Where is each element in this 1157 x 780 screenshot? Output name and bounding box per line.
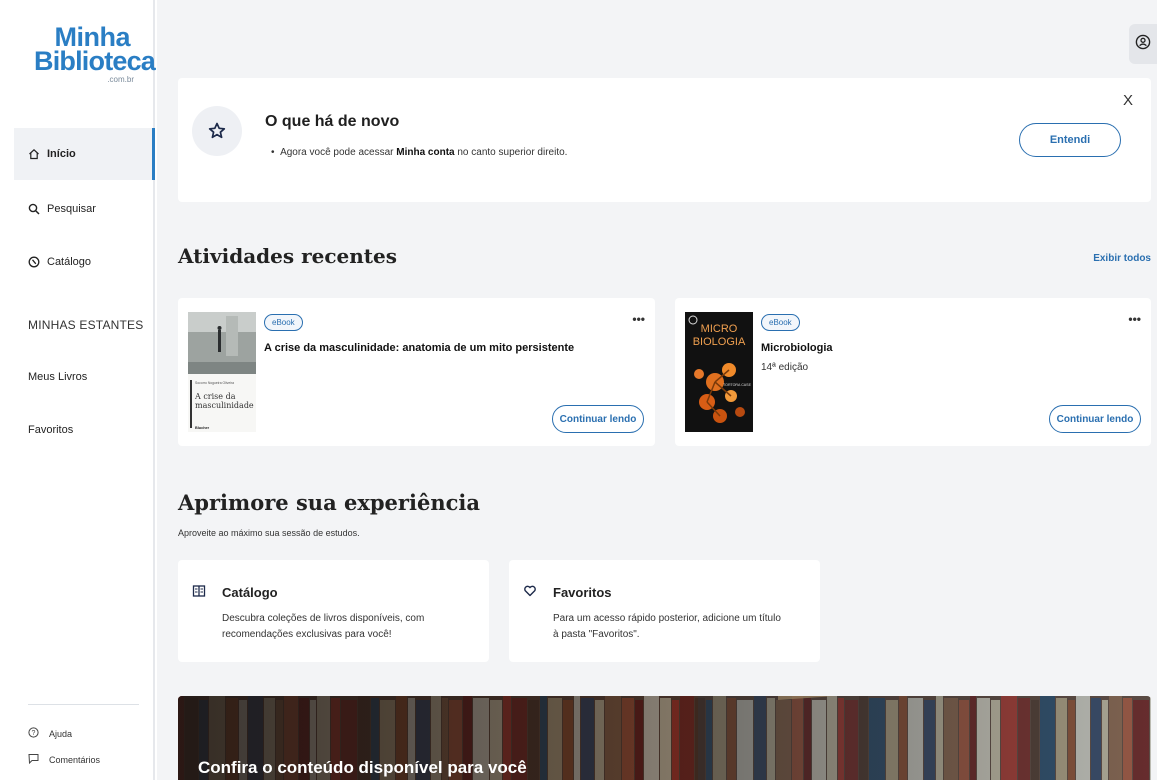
banner-title: Confira o conteúdo disponível para você bbox=[198, 758, 527, 777]
sidebar-item-comentarios[interactable]: Comentários bbox=[28, 753, 100, 766]
main-content: O que há de novo • Agora você pode acess… bbox=[157, 0, 1157, 780]
catalog-card[interactable]: Catálogo Descubra coleções de livros dis… bbox=[178, 560, 489, 662]
entendi-button[interactable]: Entendi bbox=[1019, 123, 1121, 157]
improve-subtitle: Aproveite ao máximo sua sessão de estudo… bbox=[178, 528, 360, 538]
sidebar-item-label: Comentários bbox=[49, 754, 101, 765]
account-button[interactable] bbox=[1129, 24, 1157, 64]
home-icon bbox=[28, 148, 40, 160]
sidebar-item-pesquisar[interactable]: Pesquisar bbox=[14, 183, 155, 235]
sidebar-item-ajuda[interactable]: ? Ajuda bbox=[28, 727, 72, 740]
shelves-heading: MINHAS ESTANTES bbox=[28, 318, 144, 332]
cover-author: Socorro Nogueira Oliveira bbox=[195, 381, 234, 385]
ebook-badge: eBook bbox=[264, 314, 303, 331]
activity-card[interactable]: MICRO BIOLOGIA TORTORA CASE eBook Microb… bbox=[675, 298, 1151, 446]
catalog-card-desc: Descubra coleções de livros disponíveis,… bbox=[222, 613, 425, 640]
bullet-bold: Minha conta bbox=[396, 147, 455, 158]
see-all-link[interactable]: Exibir todos bbox=[1093, 253, 1151, 264]
more-options-icon[interactable]: ••• bbox=[632, 312, 645, 326]
user-icon bbox=[1135, 34, 1151, 55]
recent-activities-title: Atividades recentes bbox=[178, 244, 398, 268]
whats-new-card: O que há de novo • Agora você pode acess… bbox=[178, 78, 1151, 202]
continue-reading-button[interactable]: Continuar lendo bbox=[1049, 405, 1141, 433]
sidebar-item-catalogo[interactable]: Catálogo bbox=[14, 236, 155, 288]
close-icon[interactable]: X bbox=[1123, 92, 1133, 109]
comment-icon bbox=[28, 753, 39, 766]
book-open-icon bbox=[192, 584, 206, 598]
cover-title-line1: MICRO bbox=[701, 323, 738, 335]
book-title[interactable]: Microbiologia bbox=[761, 342, 833, 354]
bullet-text: Agora você pode acessar bbox=[280, 147, 397, 158]
favorites-card-title: Favoritos bbox=[553, 585, 612, 600]
content-banner[interactable]: Confira o conteúdo disponível para você bbox=[178, 696, 1151, 780]
book-cover[interactable]: Socorro Nogueira Oliveira A crise da mas… bbox=[188, 312, 256, 432]
sidebar-item-inicio[interactable]: Início bbox=[14, 128, 155, 180]
cover-authors: TORTORA CASE bbox=[723, 383, 752, 387]
whats-new-bullet: • Agora você pode acessar Minha conta no… bbox=[271, 147, 567, 158]
book-cover[interactable]: MICRO BIOLOGIA TORTORA CASE bbox=[685, 312, 753, 432]
sidebar-item-label: Início bbox=[47, 148, 76, 160]
sidebar-item-favoritos[interactable]: Favoritos bbox=[28, 424, 73, 436]
star-icon bbox=[192, 106, 242, 156]
sidebar-item-label: Catálogo bbox=[47, 256, 92, 268]
heart-icon bbox=[523, 584, 537, 598]
ebook-badge: eBook bbox=[761, 314, 800, 331]
compass-icon bbox=[28, 256, 40, 268]
sidebar-item-label: Pesquisar bbox=[47, 203, 96, 215]
sidebar-item-meus-livros[interactable]: Meus Livros bbox=[28, 371, 87, 383]
logo-domain: .com.br bbox=[107, 74, 134, 84]
cover-publisher: Blucher bbox=[195, 426, 210, 430]
favorites-card[interactable]: Favoritos Para um acesso rápido posterio… bbox=[509, 560, 820, 662]
cover-title-line2: BIOLOGIA bbox=[693, 336, 746, 348]
cover-title-line2: masculinidade bbox=[195, 401, 254, 410]
book-title[interactable]: A crise da masculinidade: anatomia de um… bbox=[264, 342, 574, 354]
search-icon bbox=[28, 203, 40, 215]
logo-line2: Biblioteca bbox=[34, 46, 156, 77]
sidebar-item-label: Ajuda bbox=[49, 728, 73, 739]
logo[interactable]: Minha Biblioteca .com.br bbox=[34, 23, 156, 84]
activity-card[interactable]: Socorro Nogueira Oliveira A crise da mas… bbox=[178, 298, 655, 446]
book-edition: 14ª edição bbox=[761, 362, 809, 373]
catalog-card-title: Catálogo bbox=[222, 585, 278, 600]
more-options-icon[interactable]: ••• bbox=[1128, 312, 1141, 326]
svg-text:?: ? bbox=[32, 730, 36, 737]
whats-new-title: O que há de novo bbox=[265, 113, 400, 130]
favorites-card-desc: Para um acesso rápido posterior, adicion… bbox=[553, 613, 781, 640]
bullet-text-end: no canto superior direito. bbox=[454, 147, 568, 158]
cover-title-line1: A crise da bbox=[194, 392, 236, 401]
continue-reading-button[interactable]: Continuar lendo bbox=[552, 405, 644, 433]
bullet-dot: • bbox=[271, 147, 281, 158]
improve-title: Aprimore sua experiência bbox=[178, 490, 480, 515]
help-icon: ? bbox=[28, 727, 39, 740]
sidebar-divider bbox=[28, 704, 139, 705]
sidebar: Minha Biblioteca .com.br Início Pesquisa… bbox=[0, 0, 156, 780]
